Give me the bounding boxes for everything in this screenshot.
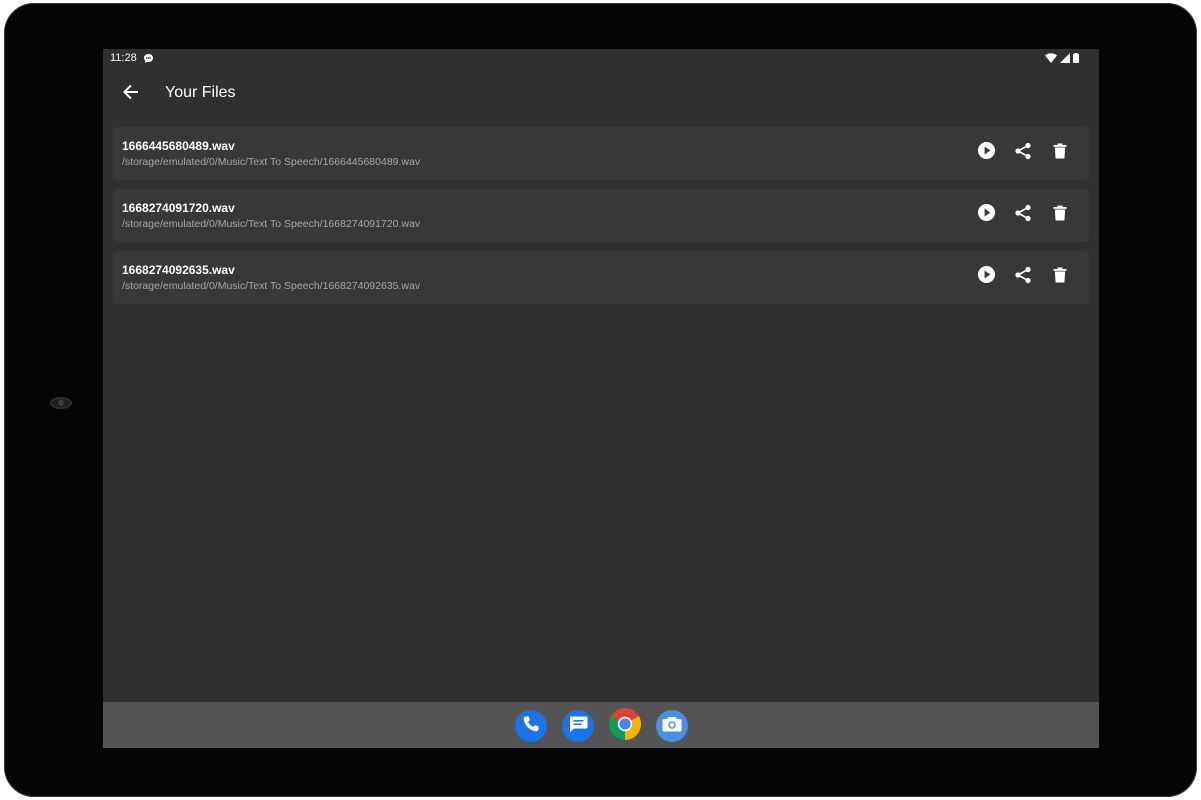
- phone-app-button[interactable]: [515, 710, 547, 742]
- share-button[interactable]: [1012, 142, 1034, 164]
- file-name: 1668274092635.wav: [122, 263, 235, 277]
- file-name: 1668274091720.wav: [122, 201, 235, 215]
- camera-icon: [662, 716, 682, 737]
- delete-button[interactable]: [1049, 142, 1071, 164]
- play-icon: [977, 141, 996, 165]
- play-button[interactable]: [975, 141, 997, 165]
- status-bar: 11:28: [103, 49, 1099, 69]
- chrome-app-button[interactable]: [608, 707, 642, 745]
- play-button[interactable]: [975, 265, 997, 289]
- play-icon: [977, 265, 996, 289]
- file-path: /storage/emulated/0/Music/Text To Speech…: [122, 280, 421, 292]
- app-dock: [515, 707, 688, 745]
- play-icon: [977, 203, 996, 227]
- share-icon: [1014, 266, 1032, 289]
- delete-icon: [1053, 267, 1067, 288]
- messages-app-button[interactable]: [562, 710, 594, 742]
- wifi-icon: [1045, 53, 1057, 66]
- phone-icon: [522, 715, 540, 738]
- nav-bar: [103, 702, 1099, 748]
- chrome-icon: [608, 707, 642, 745]
- page-title: Your Files: [165, 84, 236, 101]
- screen: 11:28 Your Files 1666445680489.wav /stor…: [103, 49, 1099, 748]
- file-name: 1666445680489.wav: [122, 139, 235, 153]
- file-item[interactable]: 1666445680489.wav /storage/emulated/0/Mu…: [113, 127, 1089, 180]
- app-bar: Your Files: [103, 69, 1099, 119]
- back-button[interactable]: [117, 80, 145, 108]
- delete-button[interactable]: [1049, 266, 1071, 288]
- signal-icon: [1060, 53, 1070, 66]
- front-camera: [50, 397, 72, 409]
- chat-notification-icon: [143, 53, 154, 67]
- share-icon: [1014, 204, 1032, 227]
- delete-button[interactable]: [1049, 204, 1071, 226]
- arrow-back-icon: [123, 84, 139, 105]
- file-item[interactable]: 1668274092635.wav /storage/emulated/0/Mu…: [113, 251, 1089, 304]
- camera-app-button[interactable]: [656, 710, 688, 742]
- file-path: /storage/emulated/0/Music/Text To Speech…: [122, 218, 421, 230]
- play-button[interactable]: [975, 203, 997, 227]
- share-button[interactable]: [1012, 266, 1034, 288]
- file-list: 1666445680489.wav /storage/emulated/0/Mu…: [113, 127, 1089, 313]
- messages-icon: [568, 715, 588, 738]
- share-icon: [1014, 142, 1032, 165]
- battery-icon: [1073, 53, 1079, 66]
- delete-icon: [1053, 205, 1067, 226]
- file-path: /storage/emulated/0/Music/Text To Speech…: [122, 156, 421, 168]
- file-item[interactable]: 1668274091720.wav /storage/emulated/0/Mu…: [113, 189, 1089, 242]
- status-time: 11:28: [110, 52, 137, 64]
- share-button[interactable]: [1012, 204, 1034, 226]
- delete-icon: [1053, 143, 1067, 164]
